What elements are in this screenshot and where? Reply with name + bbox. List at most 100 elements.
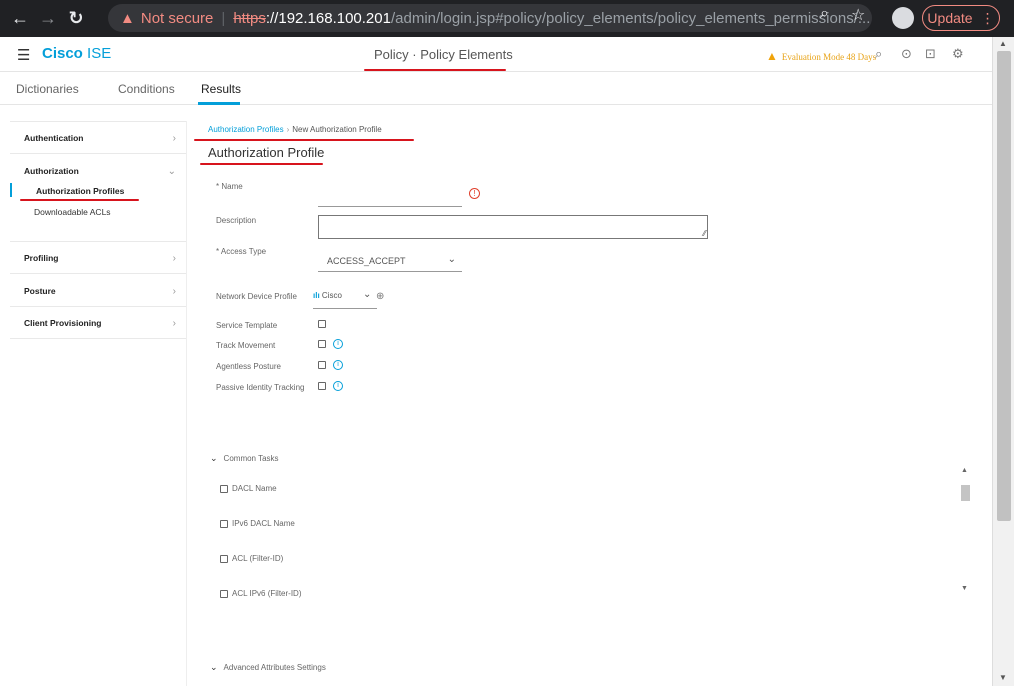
chevron-right-icon: › bbox=[172, 253, 176, 264]
tab-dictionaries[interactable]: Dictionaries bbox=[16, 82, 79, 96]
chevron-right-icon: › bbox=[172, 318, 176, 329]
breadcrumb: Authorization Profiles › New Authorization… bbox=[208, 125, 382, 134]
app-header: ☰ Cisco ISE Policy · Policy Elements ▲ Ev… bbox=[0, 37, 992, 72]
sidebar-divider bbox=[10, 306, 186, 307]
list-item[interactable]: ACL (Filter-ID) bbox=[220, 554, 283, 563]
sidebar-divider bbox=[10, 241, 186, 242]
scroll-thumb[interactable] bbox=[997, 51, 1011, 521]
access-type-select[interactable]: ACCESS_ACCEPT ⌄ bbox=[318, 250, 462, 272]
task-checkbox[interactable] bbox=[220, 554, 228, 563]
forward-icon[interactable]: → bbox=[34, 8, 62, 29]
advanced-attributes-header: Advanced Attributes Settings bbox=[223, 663, 326, 672]
annotation-underline-breadcrumb bbox=[194, 139, 414, 141]
tab-results[interactable]: Results bbox=[201, 82, 241, 96]
form-title: Authorization Profile bbox=[208, 145, 325, 160]
description-label: Description bbox=[216, 216, 257, 225]
sidebar-divider bbox=[10, 273, 186, 274]
sidebar-section-authentication[interactable]: Authentication › bbox=[24, 133, 186, 144]
brand-logo[interactable]: Cisco ISE bbox=[42, 45, 111, 62]
sidebar-divider bbox=[10, 338, 186, 339]
sidebar-item-authorization-profiles[interactable]: Authorization Profiles bbox=[36, 186, 124, 196]
task-label: ACL (Filter-ID) bbox=[232, 554, 284, 563]
name-label: * Name bbox=[216, 182, 243, 191]
address-separator: | bbox=[221, 9, 226, 27]
track-movement-label: Track Movement bbox=[216, 341, 276, 350]
page-scrollbar[interactable]: ▲ ▼ bbox=[992, 37, 1014, 686]
scroll-down-icon[interactable]: ▼ bbox=[999, 673, 1007, 682]
gear-icon[interactable]: ⚙ bbox=[952, 46, 964, 62]
evaluation-text: Evaluation Mode 48 Days bbox=[781, 51, 877, 62]
chevron-down-icon: ⌄ bbox=[167, 166, 176, 177]
sidebar-divider bbox=[10, 121, 186, 122]
task-checkbox[interactable] bbox=[220, 519, 228, 528]
section-label: Authorization bbox=[24, 166, 79, 176]
sidebar-item-downloadable-acls[interactable]: Downloadable ACLs bbox=[34, 207, 111, 217]
tab-conditions[interactable]: Conditions bbox=[118, 82, 175, 96]
update-button[interactable]: Update ⋮ bbox=[922, 5, 1000, 31]
page-title: Policy · Policy Elements bbox=[374, 47, 513, 62]
resize-grip-icon[interactable]: ⁄⁄ bbox=[703, 229, 706, 238]
ndp-value: Cisco bbox=[321, 291, 342, 300]
annotation-underline-title bbox=[364, 69, 506, 71]
advanced-attributes-toggle[interactable]: ⌄ Advanced Attributes Settings bbox=[210, 662, 326, 673]
common-tasks-header: Common Tasks bbox=[223, 454, 279, 463]
list-item[interactable]: ACL IPv6 (Filter-ID) bbox=[220, 589, 302, 598]
url-scheme: https bbox=[233, 9, 266, 27]
passive-identity-checkbox[interactable] bbox=[318, 382, 326, 390]
profile-avatar[interactable] bbox=[892, 7, 914, 29]
breadcrumb-parent[interactable]: Authorization Profiles bbox=[208, 125, 284, 134]
zoom-icon[interactable]: ⌕ bbox=[820, 5, 829, 23]
sidebar-section-posture[interactable]: Posture › bbox=[24, 286, 186, 297]
dashboard-icon[interactable]: ⊡ bbox=[925, 46, 936, 62]
reload-icon[interactable]: ↻ bbox=[62, 8, 90, 29]
brand-rest: ISE bbox=[82, 45, 112, 62]
list-item[interactable]: DACL Name bbox=[220, 484, 277, 493]
task-checkbox[interactable] bbox=[220, 589, 228, 598]
task-label: ACL IPv6 (Filter-ID) bbox=[232, 589, 302, 598]
scroll-thumb[interactable] bbox=[961, 485, 970, 501]
access-type-label: * Access Type bbox=[216, 247, 267, 256]
help-icon[interactable]: ⊙ bbox=[901, 46, 912, 62]
sidebar-border bbox=[186, 121, 187, 686]
common-tasks-scrollbar[interactable]: ▲ ▼ bbox=[959, 467, 971, 597]
info-icon[interactable]: i bbox=[333, 360, 343, 370]
sidebar-section-authorization[interactable]: Authorization ⌄ bbox=[24, 166, 186, 177]
network-device-profile-select[interactable]: ılı Cisco ⌄ bbox=[313, 289, 377, 309]
task-label: DACL Name bbox=[232, 484, 277, 493]
task-checkbox[interactable] bbox=[220, 484, 228, 493]
brand-bold: Cisco bbox=[42, 45, 83, 62]
agentless-posture-checkbox[interactable] bbox=[318, 361, 326, 369]
track-movement-checkbox[interactable] bbox=[318, 340, 326, 348]
scroll-down-icon[interactable]: ▼ bbox=[961, 585, 968, 592]
sidebar-section-profiling[interactable]: Profiling › bbox=[24, 253, 186, 264]
address-bar[interactable]: ▲ Not secure | https ://192.168.100.201 … bbox=[108, 4, 872, 32]
warning-icon: ▲ bbox=[120, 9, 135, 27]
name-input[interactable] bbox=[318, 195, 462, 207]
hamburger-menu-icon[interactable]: ☰ bbox=[17, 46, 30, 64]
not-secure-label: Not secure bbox=[140, 9, 214, 27]
scroll-up-icon[interactable]: ▲ bbox=[999, 39, 1007, 48]
breadcrumb-current: New Authorization Profile bbox=[292, 125, 382, 134]
back-icon[interactable]: ← bbox=[6, 8, 34, 29]
info-icon[interactable]: i bbox=[333, 339, 343, 349]
service-template-label: Service Template bbox=[216, 321, 278, 330]
list-item[interactable]: IPv6 DACL Name bbox=[220, 519, 295, 528]
info-icon[interactable]: i bbox=[333, 381, 343, 391]
error-icon: ! bbox=[469, 188, 480, 199]
chevron-down-icon: ⌄ bbox=[210, 453, 218, 463]
search-icon[interactable]: ⌕ bbox=[875, 46, 882, 62]
evaluation-notice[interactable]: ▲ Evaluation Mode 48 Days bbox=[766, 49, 876, 64]
url-path: /admin/login.jsp#policy/policy_elements/… bbox=[390, 9, 871, 27]
passive-identity-label: Passive Identity Tracking bbox=[216, 383, 305, 392]
agentless-posture-label: Agentless Posture bbox=[216, 362, 281, 371]
common-tasks-toggle[interactable]: ⌄ Common Tasks bbox=[210, 453, 279, 464]
service-template-checkbox[interactable] bbox=[318, 320, 326, 328]
globe-icon[interactable]: ⊕ bbox=[376, 291, 384, 302]
bookmark-star-icon[interactable]: ☆ bbox=[851, 5, 865, 25]
access-type-value: ACCESS_ACCEPT bbox=[327, 256, 406, 266]
chevron-down-icon: ⌄ bbox=[363, 289, 372, 300]
annotation-underline-form-title bbox=[200, 163, 323, 165]
scroll-up-icon[interactable]: ▲ bbox=[961, 467, 968, 474]
description-input[interactable]: ⁄⁄ bbox=[318, 215, 708, 239]
sidebar-section-client-provisioning[interactable]: Client Provisioning › bbox=[24, 318, 186, 329]
